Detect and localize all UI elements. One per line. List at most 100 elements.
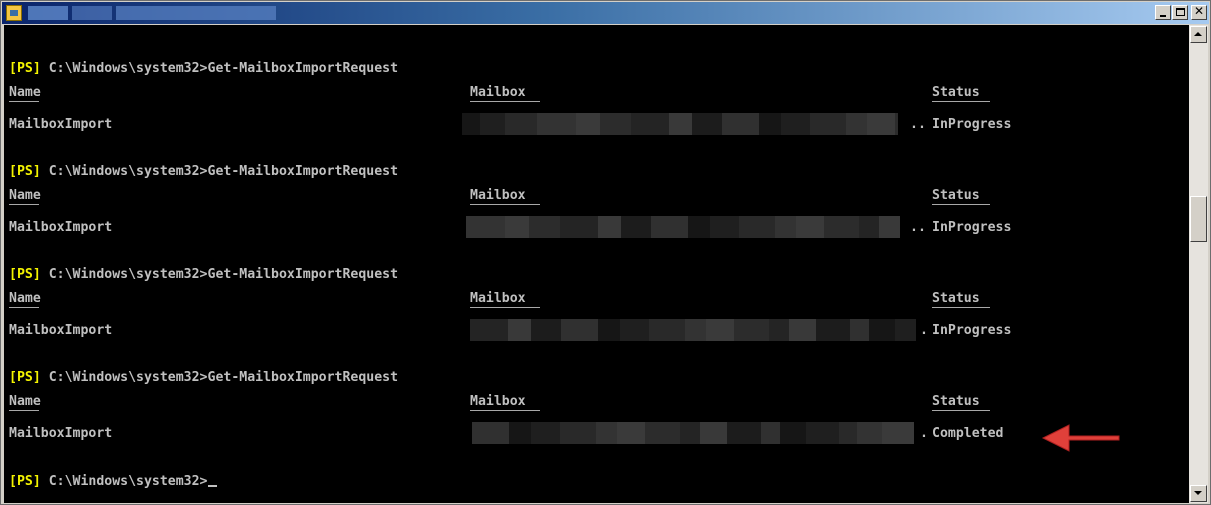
redaction-block — [882, 422, 914, 444]
redaction-block — [598, 216, 621, 238]
redacted-title — [72, 6, 112, 20]
redaction-block — [727, 422, 761, 444]
mailbox-import-name: MailboxImport — [9, 426, 113, 441]
redaction-block — [505, 216, 529, 238]
column-header-name: Name — [9, 188, 41, 203]
maximize-icon — [1176, 8, 1185, 16]
close-icon: ✕ — [1194, 4, 1205, 18]
redaction-block — [509, 422, 531, 444]
redaction-block — [692, 113, 722, 135]
powershell-app-icon[interactable] — [6, 5, 22, 21]
vertical-scrollbar[interactable] — [1189, 25, 1208, 503]
redaction-block — [480, 113, 505, 135]
header-underline — [470, 410, 540, 411]
ps-prompt-tag: [PS] — [9, 370, 41, 385]
redaction-block — [839, 422, 857, 444]
redaction-block — [576, 113, 600, 135]
redaction-block — [529, 216, 560, 238]
redaction-block — [472, 422, 509, 444]
prompt-line: [PS] C:\Windows\system32> — [9, 474, 217, 490]
redaction-block — [816, 319, 850, 341]
import-status: InProgress — [932, 323, 1012, 338]
powershell-window: ✕ [PS] C:\Windows\system32> Get-MailboxIm… — [0, 0, 1211, 505]
header-underline — [932, 101, 990, 102]
header-underline — [932, 410, 990, 411]
column-header-status: Status — [932, 85, 980, 100]
redaction-block — [869, 319, 895, 341]
header-underline — [9, 410, 39, 411]
column-header-mailbox: Mailbox — [470, 291, 526, 306]
redaction-block — [466, 216, 505, 238]
redaction-block — [649, 319, 685, 341]
scroll-down-button[interactable] — [1190, 485, 1207, 502]
redaction-block — [722, 113, 759, 135]
redacted-mailbox — [472, 422, 914, 444]
prompt-line: [PS] C:\Windows\system32>Get-MailboxImpo… — [9, 267, 398, 283]
maximize-button[interactable] — [1172, 5, 1188, 20]
header-underline — [470, 101, 540, 102]
minimize-button[interactable] — [1155, 5, 1171, 20]
import-status: InProgress — [932, 117, 1012, 132]
mailbox-import-name: MailboxImport — [9, 220, 113, 235]
header-underline — [932, 204, 990, 205]
redaction-block — [895, 113, 898, 135]
redaction-block — [739, 216, 775, 238]
redacted-title — [28, 6, 68, 20]
column-header-status: Status — [932, 188, 980, 203]
prompt-line: [PS] C:\Windows\system32>Get-MailboxImpo… — [9, 61, 398, 77]
close-button[interactable]: ✕ — [1191, 4, 1207, 20]
text-cursor — [207, 485, 217, 487]
command-text: Get-MailboxImportRequest — [207, 370, 399, 385]
redaction-block — [531, 319, 561, 341]
redaction-block — [781, 113, 810, 135]
prompt-line: [PS] C:\Windows\system32>Get-MailboxImpo… — [9, 164, 398, 180]
header-underline — [9, 101, 39, 102]
redaction-block — [761, 422, 780, 444]
redaction-block — [561, 319, 598, 341]
header-underline — [470, 307, 540, 308]
redaction-block — [680, 422, 700, 444]
command-text: Get-MailboxImportRequest — [207, 267, 399, 282]
redaction-block — [470, 319, 508, 341]
redaction-block — [621, 216, 651, 238]
mailbox-truncation: .. — [910, 117, 926, 132]
redaction-block — [600, 113, 631, 135]
redaction-block — [685, 319, 706, 341]
redaction-block — [700, 422, 727, 444]
ps-prompt-tag: [PS] — [9, 164, 41, 179]
redaction-block — [796, 216, 824, 238]
scroll-up-button[interactable] — [1190, 26, 1207, 43]
redaction-block — [775, 216, 796, 238]
redaction-block — [596, 422, 617, 444]
ps-prompt-tag: [PS] — [9, 474, 41, 489]
column-header-mailbox: Mailbox — [470, 394, 526, 409]
redaction-block — [620, 319, 649, 341]
redaction-block — [806, 422, 839, 444]
redaction-block — [810, 113, 846, 135]
redaction-block — [824, 216, 859, 238]
prompt-line: [PS] C:\Windows\system32>Get-MailboxImpo… — [9, 370, 398, 386]
redaction-block — [789, 319, 816, 341]
console-output[interactable]: [PS] C:\Windows\system32> Get-MailboxImpo… — [4, 25, 1189, 503]
column-header-status: Status — [932, 291, 980, 306]
redaction-block — [645, 422, 680, 444]
ps-prompt-tag: [PS] — [9, 267, 41, 282]
command-text: Get-MailboxImportRequest — [207, 61, 399, 76]
scrollbar-thumb[interactable] — [1190, 196, 1207, 242]
redaction-block — [879, 216, 900, 238]
redaction-block — [734, 319, 769, 341]
mailbox-truncation: .. — [910, 220, 926, 235]
header-underline — [9, 204, 39, 205]
title-bar[interactable]: ✕ — [2, 2, 1209, 24]
column-header-status: Status — [932, 394, 980, 409]
import-status: Completed — [932, 426, 1004, 441]
redaction-block — [462, 113, 480, 135]
redacted-title — [116, 6, 276, 20]
column-header-name: Name — [9, 291, 41, 306]
redaction-block — [598, 319, 620, 341]
column-header-mailbox: Mailbox — [470, 85, 526, 100]
redaction-block — [537, 113, 576, 135]
redacted-mailbox — [470, 319, 916, 341]
redaction-block — [867, 113, 895, 135]
redaction-block — [846, 113, 867, 135]
